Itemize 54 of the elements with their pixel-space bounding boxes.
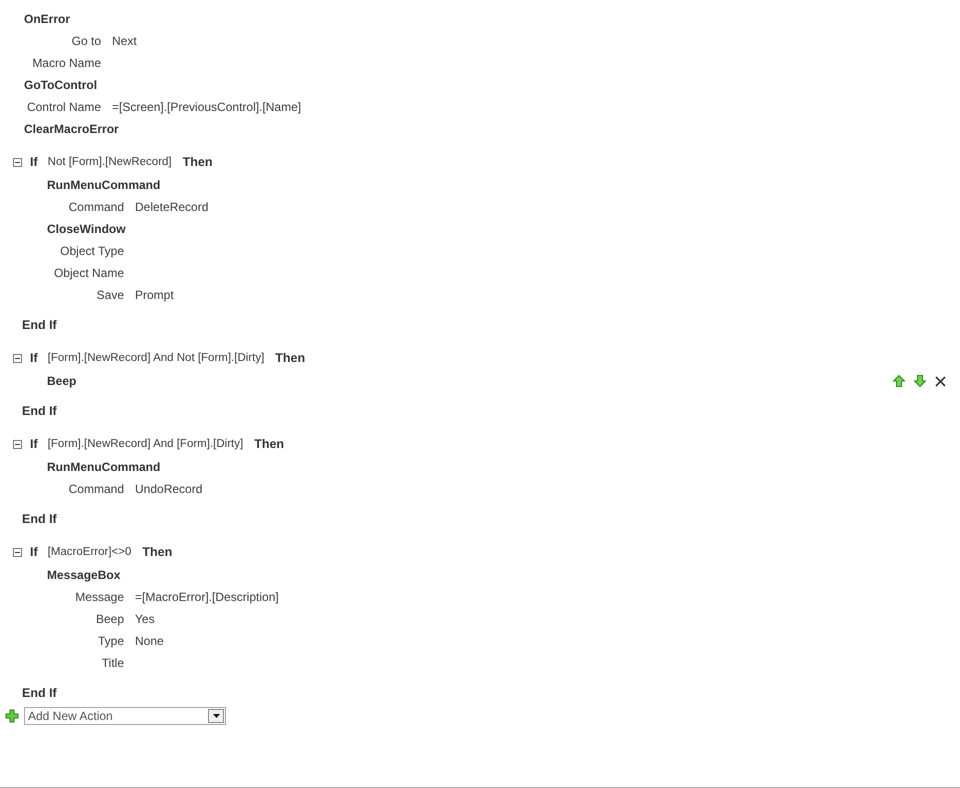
argument-value[interactable]: Prompt [135, 288, 174, 302]
end-if-keyword: End If [22, 686, 57, 700]
if-keyword: If [30, 437, 38, 451]
argument-label: Object Name [52, 266, 124, 280]
argument-value[interactable]: DeleteRecord [135, 200, 208, 214]
argument-label: Type [96, 634, 124, 648]
then-keyword: Then [275, 351, 306, 365]
collapse-toggle-icon[interactable] [13, 354, 22, 362]
end-if-keyword: End If [22, 404, 57, 418]
argument-value[interactable]: UndoRecord [135, 482, 202, 496]
argument-value[interactable]: =[MacroError].[Description] [135, 590, 279, 604]
if-keyword: If [30, 155, 38, 169]
move-down-icon[interactable] [914, 375, 926, 387]
action-name[interactable]: Beep [47, 374, 76, 388]
condition-text[interactable]: [Form].[NewRecord] And Not [Form].[Dirty] [48, 352, 264, 364]
collapse-toggle-icon[interactable] [13, 548, 22, 556]
collapse-toggle-icon[interactable] [13, 440, 22, 448]
add-action-dropdown[interactable]: Add New Action [24, 707, 226, 725]
argument-label: Save [96, 288, 124, 302]
action-name[interactable]: OnError [24, 12, 70, 26]
argument-label: Go to [70, 34, 101, 48]
collapse-toggle-icon[interactable] [13, 158, 22, 166]
delete-icon[interactable] [935, 376, 946, 386]
condition-text[interactable]: Not [Form].[NewRecord] [48, 156, 172, 168]
argument-value[interactable]: =[Screen].[PreviousControl].[Name] [112, 100, 302, 114]
then-keyword: Then [182, 155, 212, 169]
action-name[interactable]: MessageBox [47, 568, 120, 582]
argument-value[interactable]: Yes [135, 612, 155, 626]
end-if-keyword: End If [22, 512, 57, 526]
argument-label: Command [68, 200, 124, 214]
action-name[interactable]: RunMenuCommand [47, 460, 160, 474]
argument-value[interactable]: Next [112, 34, 137, 48]
action-name[interactable]: GoToControl [24, 78, 98, 92]
move-up-icon[interactable] [893, 375, 905, 387]
argument-label: Control Name [26, 100, 101, 114]
if-keyword: If [30, 545, 38, 559]
argument-label: Macro Name [31, 56, 101, 70]
argument-value[interactable]: None [135, 634, 164, 648]
dropdown-arrow-icon[interactable] [212, 714, 220, 718]
action-name[interactable]: CloseWindow [47, 222, 126, 236]
if-keyword: If [30, 351, 38, 365]
then-keyword: Then [254, 437, 284, 451]
condition-text[interactable]: [Form].[NewRecord] And [Form].[Dirty] [48, 438, 244, 450]
argument-label: Title [100, 656, 124, 670]
argument-label: Beep [94, 612, 124, 626]
argument-label: Command [68, 482, 124, 496]
argument-label: Message [74, 590, 124, 604]
argument-label: Object Type [59, 244, 124, 258]
action-name[interactable]: ClearMacroError [24, 122, 119, 136]
end-if-keyword: End If [22, 318, 57, 332]
condition-text[interactable]: [MacroError]<>0 [48, 546, 132, 558]
plus-icon[interactable] [5, 709, 19, 723]
action-name[interactable]: RunMenuCommand [47, 178, 160, 192]
then-keyword: Then [142, 545, 172, 559]
